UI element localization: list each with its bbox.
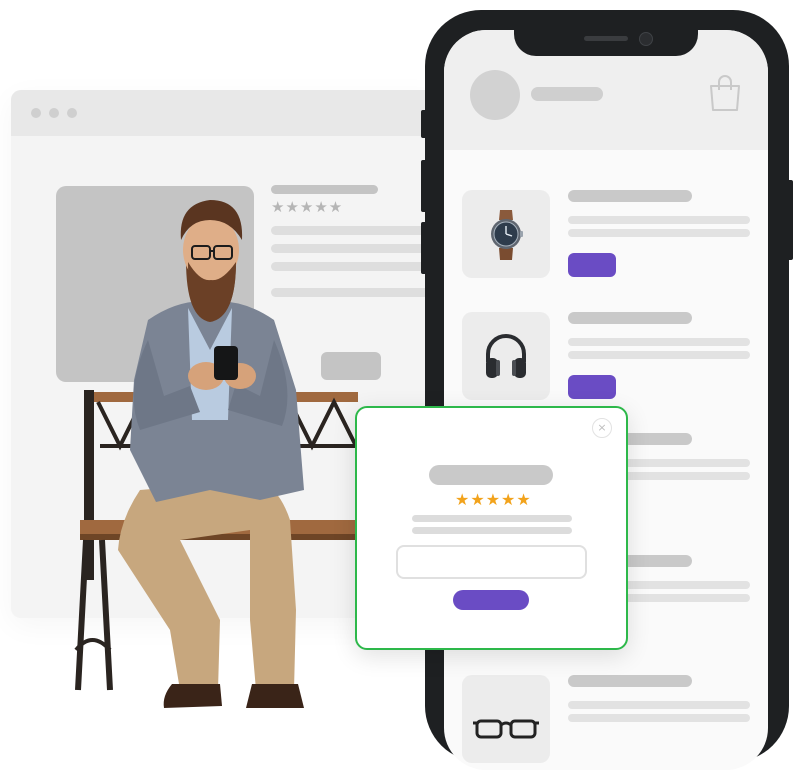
text-line	[568, 701, 750, 709]
review-input[interactable]	[396, 545, 587, 579]
headphones-icon	[486, 334, 526, 378]
text-line	[568, 714, 750, 722]
smartwatch-icon	[491, 210, 523, 260]
phone-speaker	[584, 36, 628, 41]
text-line	[412, 515, 572, 522]
text-line	[568, 351, 750, 359]
text-line	[568, 229, 750, 237]
person-on-bench-illustration	[74, 200, 380, 708]
window-dot	[67, 108, 77, 118]
eyeglasses-icon	[473, 719, 539, 739]
window-dot	[31, 108, 41, 118]
window-dot	[49, 108, 59, 118]
product-thumbnail[interactable]	[462, 190, 550, 278]
product-title-placeholder	[568, 675, 692, 687]
text-line	[568, 338, 750, 346]
product-thumbnail[interactable]	[462, 312, 550, 400]
camera-icon	[639, 32, 653, 46]
product-title-placeholder	[568, 312, 692, 324]
phone-screen	[444, 30, 768, 770]
add-to-cart-button[interactable]	[568, 253, 616, 277]
popup-title-placeholder	[429, 465, 553, 485]
text-line	[412, 527, 572, 534]
close-icon[interactable]: ×	[592, 418, 612, 438]
product-title-placeholder	[568, 190, 692, 202]
text-line	[568, 216, 750, 224]
phone-notch	[514, 10, 698, 56]
star-rating[interactable]: ★★★★★	[455, 490, 532, 509]
avatar	[470, 70, 520, 120]
submit-review-button[interactable]	[453, 590, 529, 610]
add-to-cart-button[interactable]	[568, 375, 616, 399]
header-title-placeholder	[531, 87, 603, 101]
shopping-bag-icon[interactable]	[708, 74, 742, 112]
review-popup: × ★★★★★	[355, 406, 628, 650]
